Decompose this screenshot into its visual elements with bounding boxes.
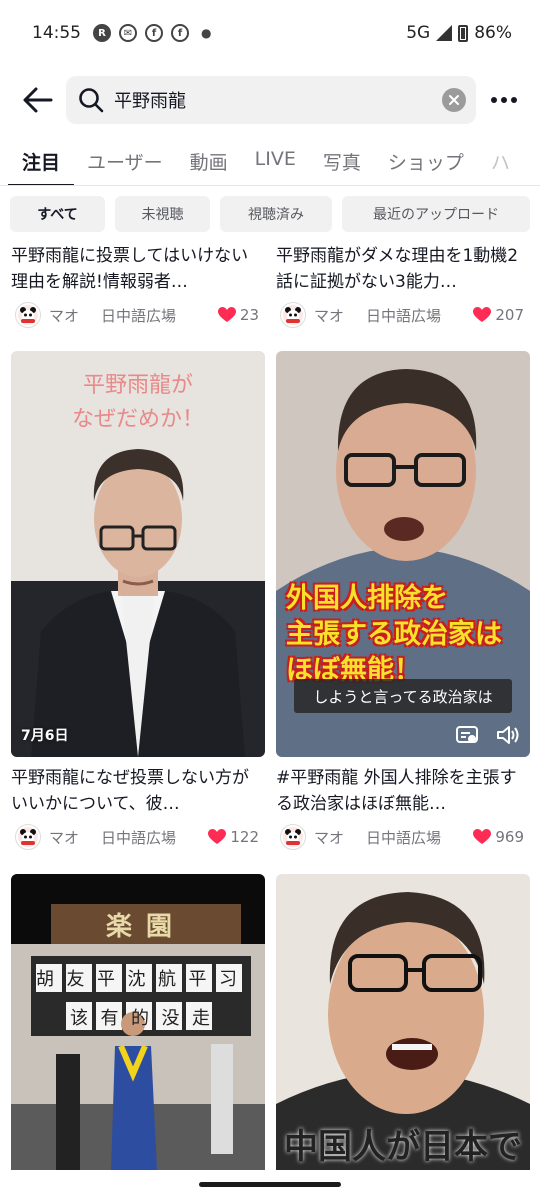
more-notifications-dot-icon: ●: [201, 26, 212, 40]
thumbnail-text: 中国人が日本で: [284, 1127, 522, 1167]
author-name[interactable]: マオ: [49, 827, 79, 848]
filter-chips: すべて 未視聴 視聴済み 最近のアップロード: [10, 196, 530, 232]
author-name[interactable]: マオ: [314, 827, 344, 848]
author-name[interactable]: マオ: [49, 305, 79, 326]
tab-videos[interactable]: 動画: [190, 136, 228, 185]
tab-photos[interactable]: 写真: [323, 136, 361, 185]
battery-level: 86%: [474, 23, 512, 43]
like-count: 23: [217, 306, 265, 324]
search-input[interactable]: 平野雨龍: [66, 76, 476, 124]
search-tabs: 注目 ユーザー 動画 LIVE 写真 ショップ ハ: [0, 136, 540, 186]
like-count-value: 969: [495, 828, 524, 846]
tab-hashtags[interactable]: ハ: [491, 136, 510, 185]
tab-live[interactable]: LIVE: [255, 136, 296, 185]
video-meta: マオ 日中語広場 969: [276, 817, 530, 857]
channel-name: 日中語広場: [101, 828, 177, 847]
status-time: 14:55: [32, 23, 81, 43]
network-type: 5G: [406, 23, 431, 43]
back-arrow-icon: [23, 87, 53, 113]
like-count-value: 23: [239, 306, 259, 324]
like-count: 969: [473, 828, 530, 846]
rakuten-notification-icon: R: [93, 24, 111, 42]
like-count: 122: [208, 828, 265, 846]
result-card-4[interactable]: 外国人排除を 主張する政治家は ほぼ無能！ しようと言ってる政治家は #平野雨龍…: [276, 351, 530, 857]
battery-icon: [458, 24, 469, 42]
video-thumbnail[interactable]: 平野雨龍が なぜだめか！ 7月6日: [11, 351, 265, 757]
video-caption: 平野雨龍がダメな理由を1動機2話に証拠がない3能力…: [276, 246, 519, 292]
status-bar: 14:55 R ✉ f f ● 5G 86%: [0, 0, 540, 66]
panda-avatar-icon: [283, 305, 303, 325]
video-caption: #平野雨龍 外国人排除を主張する政治家はほぼ無能…: [276, 768, 517, 814]
like-count-value: 122: [230, 828, 259, 846]
more-dots-icon: [491, 97, 517, 103]
filter-unwatched[interactable]: 未視聴: [115, 196, 210, 232]
home-indicator[interactable]: [199, 1182, 341, 1187]
video-meta: マオ 日中語広場 122: [11, 817, 265, 857]
author-avatar[interactable]: [280, 302, 306, 328]
like-count: 207: [473, 306, 530, 324]
like-count-value: 207: [495, 306, 524, 324]
video-meta: マオ 日中語広場 207: [276, 295, 530, 335]
tab-top[interactable]: 注目: [7, 136, 75, 185]
signal-icon: [436, 25, 453, 41]
author-avatar[interactable]: [15, 302, 41, 328]
clear-search-button[interactable]: [442, 88, 466, 112]
tab-shop[interactable]: ショップ: [388, 136, 464, 185]
banner-text-row-1: 胡友平沈航平习近平: [36, 969, 246, 990]
captions-icon[interactable]: [456, 725, 478, 745]
facebook-notification-icon: f: [145, 24, 163, 42]
result-card-6[interactable]: 中国人が日本で: [276, 874, 530, 1170]
search-header: 平野雨龍: [0, 72, 540, 128]
result-card-5[interactable]: 楽園 胡友平沈航平习近平 该有的没走: [11, 874, 265, 1170]
result-card-2[interactable]: 平野雨龍がダメな理由を1動機2話に証拠がない3能力… マオ 日中語広場 207: [276, 243, 530, 335]
search-query: 平野雨龍: [114, 91, 186, 112]
video-thumbnail[interactable]: 楽園 胡友平沈航平习近平 该有的没走: [11, 874, 265, 1170]
message-notification-icon: ✉: [119, 24, 137, 42]
back-button[interactable]: [18, 80, 58, 120]
volume-icon[interactable]: [496, 725, 520, 745]
panda-avatar-icon: [18, 305, 38, 325]
panda-avatar-icon: [283, 827, 303, 847]
author-name[interactable]: マオ: [314, 305, 344, 326]
video-meta: マオ 日中語広場 23: [11, 295, 265, 335]
filter-all[interactable]: すべて: [10, 196, 105, 232]
search-icon: [79, 88, 104, 113]
heart-icon: [473, 829, 492, 844]
channel-name: 日中語広場: [366, 828, 442, 847]
tab-users[interactable]: ユーザー: [87, 136, 163, 185]
panda-avatar-icon: [18, 827, 38, 847]
heart-icon: [217, 307, 236, 322]
channel-name: 日中語広場: [101, 306, 177, 325]
more-options-button[interactable]: [486, 82, 522, 118]
banner-text-row-2: 该有的没走: [70, 1008, 223, 1029]
thumbnail-text: 外国人排除を 主張する政治家は ほぼ無能！: [286, 583, 502, 686]
video-thumbnail[interactable]: 外国人排除を 主張する政治家は ほぼ無能！ しようと言ってる政治家は: [276, 351, 530, 757]
close-icon: [449, 95, 459, 105]
thumbnail-text: 平野雨龍が なぜだめか！: [71, 373, 204, 432]
filter-recent[interactable]: 最近のアップロード: [342, 196, 530, 232]
media-controls: [456, 725, 520, 745]
heart-icon: [473, 307, 492, 322]
heart-icon: [208, 829, 227, 844]
post-date: 7月6日: [21, 728, 69, 744]
video-subtitle: しようと言ってる政治家は: [294, 679, 512, 713]
result-card-1[interactable]: 平野雨龍に投票してはいけない理由を解説!情報弱者… マオ 日中語広場 23: [11, 243, 265, 335]
author-avatar[interactable]: [280, 824, 306, 850]
facebook-notification-icon-2: f: [171, 24, 189, 42]
author-avatar[interactable]: [15, 824, 41, 850]
result-card-3[interactable]: 平野雨龍が なぜだめか！ 7月6日 平野雨龍になぜ投票しない方がいいかについて、…: [11, 351, 265, 857]
filter-watched[interactable]: 視聴済み: [220, 196, 332, 232]
shop-sign-text: 楽園: [105, 912, 186, 942]
video-caption: 平野雨龍に投票してはいけない理由を解説!情報弱者…: [11, 246, 249, 292]
video-caption: 平野雨龍になぜ投票しない方がいいかについて、彼…: [11, 768, 249, 814]
video-thumbnail[interactable]: 中国人が日本で: [276, 874, 530, 1170]
channel-name: 日中語広場: [366, 306, 442, 325]
